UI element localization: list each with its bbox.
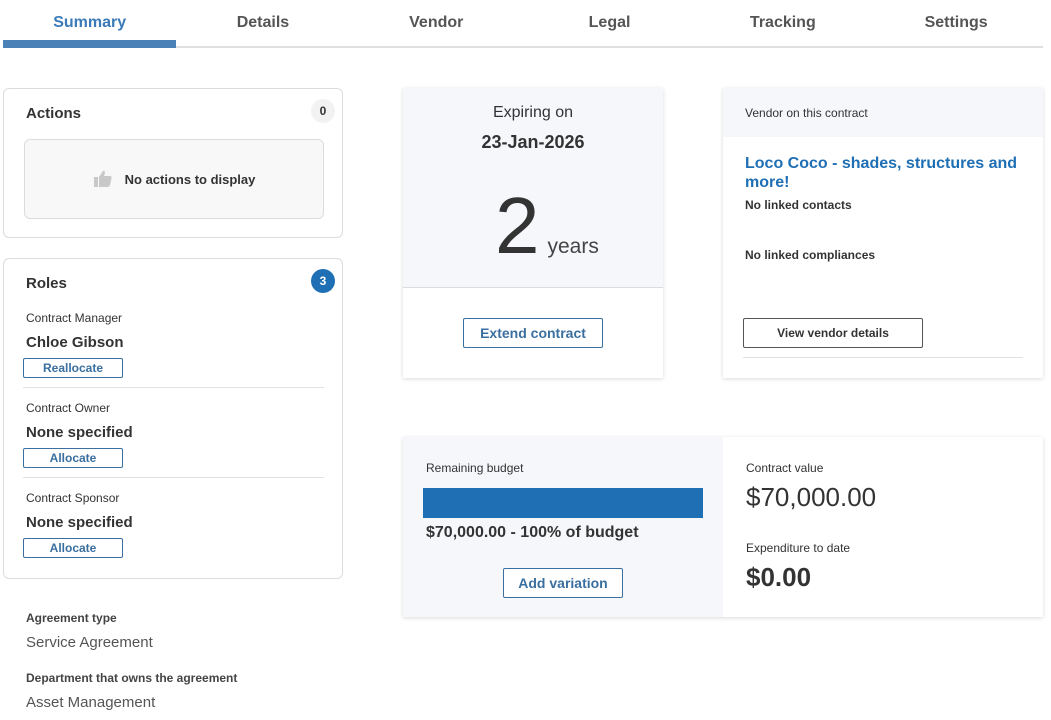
remaining-budget-label: Remaining budget [426, 461, 524, 475]
budget-card: Remaining budget $70,000.00 - 100% of bu… [403, 437, 1043, 617]
reallocate-manager-button[interactable]: Reallocate [23, 358, 123, 378]
tab-legal[interactable]: Legal [523, 0, 696, 46]
actions-empty-text: No actions to display [124, 171, 256, 187]
vendor-name-link[interactable]: Loco Coco - shades, structures and more! [745, 154, 1035, 192]
expiry-divider [403, 287, 663, 288]
extend-contract-button[interactable]: Extend contract [463, 318, 603, 348]
role-value-manager: Chloe Gibson [26, 334, 124, 351]
allocate-sponsor-button[interactable]: Allocate [23, 538, 123, 558]
agreement-type-value: Service Agreement [26, 634, 153, 651]
vendor-divider [743, 357, 1023, 358]
role-label-sponsor: Contract Sponsor [26, 491, 120, 505]
view-vendor-details-button[interactable]: View vendor details [743, 318, 923, 348]
roles-count-badge: 3 [311, 269, 335, 293]
tab-tracking[interactable]: Tracking [696, 0, 869, 46]
tab-bar: Summary Details Vendor Legal Tracking Se… [3, 0, 1043, 48]
tab-settings[interactable]: Settings [869, 0, 1042, 46]
expiry-remaining: 2 years [495, 182, 599, 270]
thumbs-up-icon [93, 169, 113, 189]
expiry-number: 2 [495, 181, 540, 270]
expenditure-label: Expenditure to date [746, 541, 851, 555]
allocate-owner-button[interactable]: Allocate [23, 448, 123, 468]
budget-progress-fill [423, 488, 703, 518]
actions-empty-state: No actions to display [24, 139, 324, 219]
contract-value-label: Contract value [746, 461, 824, 475]
roles-divider-2 [23, 477, 324, 478]
department-value: Asset Management [26, 694, 156, 711]
roles-title: Roles [26, 275, 67, 292]
expiry-unit: years [547, 235, 599, 258]
budget-summary: $70,000.00 - 100% of budget [426, 524, 639, 541]
vendor-compliances: No linked compliances [745, 248, 876, 262]
role-label-owner: Contract Owner [26, 401, 111, 415]
vendor-card: Vendor on this contract Loco Coco - shad… [723, 88, 1043, 378]
tab-details[interactable]: Details [176, 0, 349, 46]
role-value-sponsor: None specified [26, 514, 133, 531]
add-variation-button[interactable]: Add variation [503, 568, 623, 598]
vendor-header: Vendor on this contract [745, 106, 868, 120]
roles-divider-1 [23, 387, 324, 388]
budget-progress-track [423, 488, 703, 518]
tab-summary[interactable]: Summary [3, 0, 177, 48]
expenditure-value: $0.00 [746, 562, 812, 592]
expiry-label: Expiring on [492, 104, 574, 121]
role-label-manager: Contract Manager [26, 311, 123, 325]
expiry-card: Expiring on 23-Jan-2026 2 years Extend c… [403, 88, 663, 378]
roles-card: Roles 3 Contract Manager Chloe Gibson Re… [3, 258, 343, 579]
actions-title: Actions [26, 105, 82, 122]
tab-vendor[interactable]: Vendor [350, 0, 523, 46]
contract-value: $70,000.00 [746, 482, 877, 512]
expiry-date: 23-Jan-2026 [481, 132, 585, 152]
department-label: Department that owns the agreement [26, 671, 238, 685]
actions-card: Actions 0 No actions to display [3, 88, 343, 238]
agreement-type-label: Agreement type [26, 611, 117, 625]
role-value-owner: None specified [26, 424, 133, 441]
actions-count-badge: 0 [311, 99, 335, 123]
vendor-contacts: No linked contacts [745, 198, 852, 212]
